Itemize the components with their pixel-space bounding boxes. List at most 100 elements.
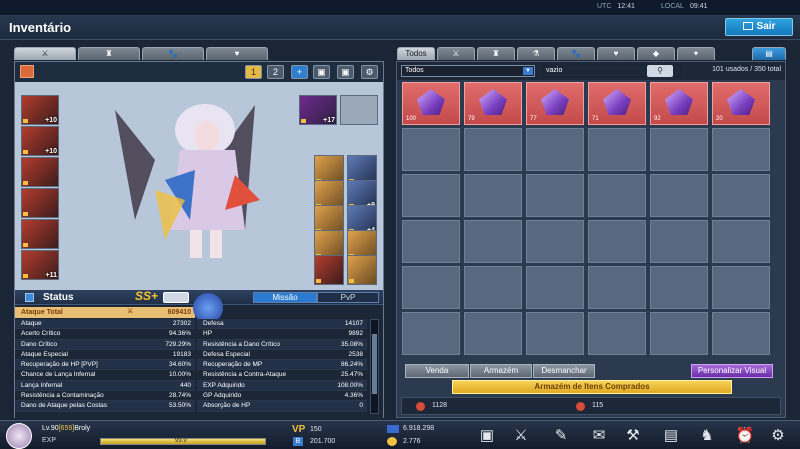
tab-mission[interactable]: Missão	[253, 292, 317, 303]
inventory-slot[interactable]	[464, 174, 522, 217]
accessory-slot-9[interactable]	[314, 255, 344, 285]
tab-pets[interactable]: 🐾	[142, 47, 204, 60]
scrollbar-thumb[interactable]	[372, 334, 377, 394]
category-dropdown[interactable]: Todos ▼	[401, 65, 535, 77]
search-icon[interactable]	[163, 292, 189, 303]
page-2-button[interactable]: 2	[267, 65, 284, 79]
inventory-slot[interactable]	[588, 220, 646, 263]
shop-icon[interactable]: ▣	[476, 426, 498, 446]
inventory-slot[interactable]	[650, 312, 708, 355]
inventory-slot[interactable]: 92	[650, 82, 708, 125]
inventory-slot[interactable]	[402, 128, 460, 171]
inventory-slot[interactable]	[588, 312, 646, 355]
dismantle-button[interactable]: Desmanchar	[533, 364, 595, 378]
stat-row: Resistência a Contaminação 28.74%	[15, 391, 195, 402]
exit-icon	[742, 22, 753, 31]
gp-icon	[387, 425, 399, 433]
inventory-slot[interactable]	[402, 174, 460, 217]
inventory-slot[interactable]	[588, 174, 646, 217]
alarm-icon[interactable]: ⏰	[734, 426, 756, 446]
mission-icon[interactable]: ✎	[550, 426, 572, 446]
equip-slot-empty[interactable]	[340, 95, 378, 125]
inventory-slot[interactable]: 20	[712, 82, 770, 125]
equip-slot-shoes[interactable]	[21, 219, 59, 249]
forge-icon[interactable]: ⚒	[622, 426, 644, 446]
tab-accessories[interactable]: ♥	[206, 47, 268, 60]
inventory-slot[interactable]	[402, 220, 460, 263]
inventory-slot[interactable]	[712, 174, 770, 217]
equip-slot-bottom[interactable]	[21, 157, 59, 187]
tab-all[interactable]: Todos	[397, 47, 435, 60]
purchased-items-storage-button[interactable]: Armazém de Itens Comprados	[452, 380, 732, 394]
customize-appearance-button[interactable]: Personalizar Visual	[691, 364, 773, 378]
guild-icon[interactable]: ♞	[696, 426, 718, 446]
equip-slot-cape[interactable]: +11	[21, 250, 59, 280]
inventory-slot[interactable]	[712, 220, 770, 263]
inventory-slot[interactable]	[650, 220, 708, 263]
stats-scrollbar[interactable]	[370, 319, 379, 414]
inventory-slot[interactable]	[464, 266, 522, 309]
tab-pvp[interactable]: PvP	[317, 292, 379, 303]
inventory-slot[interactable]	[712, 266, 770, 309]
equip-slot-hair[interactable]: +10	[21, 95, 59, 125]
gold-value-2: 2.776	[403, 438, 421, 445]
inventory-slot[interactable]	[464, 220, 522, 263]
inventory-slot[interactable]	[464, 128, 522, 171]
inventory-slot[interactable]	[712, 128, 770, 171]
tab-weapons[interactable]: ⚔	[14, 47, 76, 60]
inventory-slot[interactable]	[588, 128, 646, 171]
inventory-usage: 101 usados / 350 total	[712, 66, 781, 73]
settings-gear-icon[interactable]: ⚙	[767, 426, 789, 446]
inventory-slot[interactable]	[402, 266, 460, 309]
sell-button[interactable]: Venda	[405, 364, 469, 378]
tab-armor[interactable]: ♜	[78, 47, 140, 60]
inventory-slot[interactable]	[712, 312, 770, 355]
book-icon[interactable]: ▤	[660, 426, 682, 446]
rank-badge: SS+	[135, 289, 159, 303]
status-collapse-icon[interactable]	[25, 293, 34, 302]
page-1-button[interactable]: 1	[245, 65, 262, 79]
equip-slot-gloves[interactable]	[21, 188, 59, 218]
inventory-slot[interactable]	[650, 174, 708, 217]
tab-consumables[interactable]: ⚗	[517, 47, 555, 60]
tab-accessory-items[interactable]: ♥	[597, 47, 635, 60]
inventory-slot[interactable]: 71	[588, 82, 646, 125]
tab-storage[interactable]: ▤	[752, 47, 786, 60]
add-page-button[interactable]: +	[291, 65, 308, 79]
inventory-slot[interactable]	[526, 128, 584, 171]
inventory-slot[interactable]	[526, 174, 584, 217]
gift-icon[interactable]: ✉	[588, 426, 610, 446]
avatar[interactable]	[6, 423, 32, 449]
inventory-slot[interactable]	[464, 312, 522, 355]
exit-button[interactable]: Sair	[725, 18, 793, 36]
equip-slot-weapon[interactable]: +17	[299, 95, 337, 125]
tab-materials[interactable]: ◆	[637, 47, 675, 60]
tab-special[interactable]: ✦	[677, 47, 715, 60]
tab-armor-items[interactable]: ♜	[477, 47, 515, 60]
inventory-slot[interactable]: 77	[526, 82, 584, 125]
exp-bar: 99.9	[100, 438, 266, 445]
lock-icon[interactable]: ▣	[313, 65, 330, 79]
inventory-slot[interactable]	[650, 266, 708, 309]
tab-pet-items[interactable]: 🐾	[557, 47, 595, 60]
inventory-slot[interactable]	[526, 312, 584, 355]
equip-slot-top[interactable]: +10	[21, 126, 59, 156]
inventory-slot[interactable]	[402, 312, 460, 355]
inventory-slot[interactable]	[588, 266, 646, 309]
inventory-slot[interactable]	[526, 266, 584, 309]
sword-menu-icon[interactable]: ⚔	[510, 426, 532, 446]
inventory-panel: Todos ▼ vazio ⚲ 101 usados / 350 total 10…	[396, 61, 786, 418]
accessory-slot-10[interactable]	[347, 255, 377, 285]
lock-all-icon[interactable]: ▣	[337, 65, 354, 79]
stat-row: Absorção de HP 0	[197, 401, 367, 412]
inventory-slot[interactable]	[650, 128, 708, 171]
inventory-slot[interactable]: 100	[402, 82, 460, 125]
inventory-slot[interactable]: 79	[464, 82, 522, 125]
search-icon[interactable]: ⚲	[647, 65, 673, 77]
settings-icon[interactable]: ⚙	[361, 65, 378, 79]
tab-weapon-items[interactable]: ⚔	[437, 47, 475, 60]
crystal-item-icon	[665, 89, 693, 115]
stat-row: Dano de Ataque pelas Costas 53.50%	[15, 401, 195, 412]
storage-button[interactable]: Armazém	[470, 364, 532, 378]
inventory-slot[interactable]	[526, 220, 584, 263]
